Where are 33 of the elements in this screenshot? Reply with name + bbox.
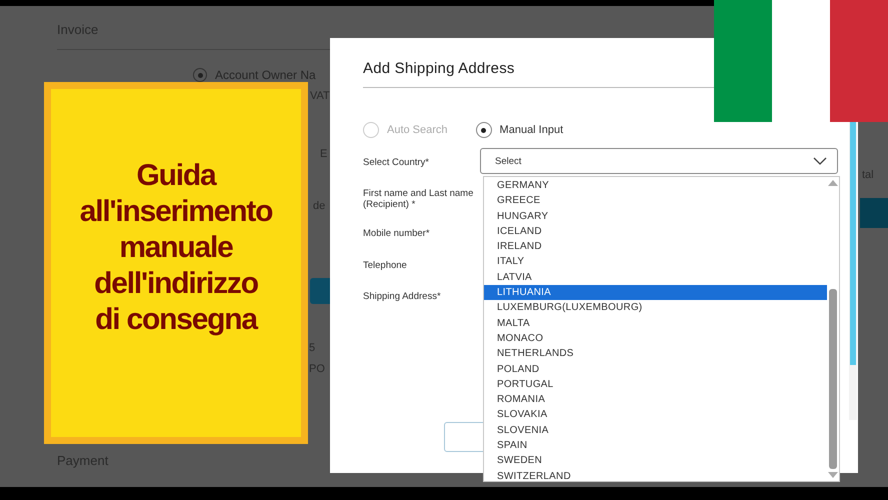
- dropdown-option[interactable]: IRELAND: [484, 239, 827, 254]
- dropdown-option[interactable]: SLOVENIA: [484, 422, 827, 438]
- dropdown-option[interactable]: ICELAND: [484, 224, 827, 240]
- radio-option[interactable]: Manual Input: [476, 122, 564, 138]
- dropdown-option[interactable]: POLAND: [484, 362, 827, 377]
- field-label: Select Country*: [363, 156, 430, 168]
- dropdown-option[interactable]: ROMANIA: [484, 392, 827, 408]
- dropdown-option[interactable]: MONACO: [484, 330, 827, 346]
- field-label: First name and Last name (Recipient) *: [363, 187, 474, 210]
- dropdown-option[interactable]: GERMANY: [484, 178, 827, 194]
- dropdown-option[interactable]: LATVIA: [484, 270, 827, 286]
- dropdown-option[interactable]: GREECE: [484, 193, 827, 209]
- country-select[interactable]: Select: [480, 148, 838, 174]
- dropdown-option[interactable]: NETHERLANDS: [484, 346, 827, 362]
- dropdown-option[interactable]: SWITZERLAND: [484, 468, 827, 484]
- dialog-title: Add Shipping Address: [363, 60, 516, 77]
- field-label: Telephone: [363, 259, 408, 271]
- dropdown-option[interactable]: LITHUANIA: [484, 285, 827, 300]
- scrollbar[interactable]: [827, 177, 839, 481]
- scroll-up-icon[interactable]: [828, 180, 838, 186]
- dropdown-option[interactable]: SPAIN: [484, 438, 827, 454]
- field-label: Mobile number*: [363, 227, 431, 239]
- scrollbar[interactable]: [849, 120, 857, 420]
- field-label: Shipping Address*: [363, 290, 442, 302]
- chevron-down-icon: [813, 157, 827, 165]
- dropdown-option[interactable]: SLOVAKIA: [484, 407, 827, 423]
- dropdown-option[interactable]: LUXEMBURG(LUXEMBOURG): [484, 300, 827, 316]
- dropdown-option[interactable]: ITALY: [484, 254, 827, 270]
- dropdown-option[interactable]: MALTA: [484, 316, 827, 331]
- dropdown-option[interactable]: SWEDEN: [484, 453, 827, 469]
- dropdown-option[interactable]: HUNGARY: [484, 208, 827, 224]
- dropdown-option[interactable]: PORTUGAL: [484, 376, 827, 392]
- banner-title: Guida all'inserimento manuale dell'indirizzo di consegna: [80, 158, 272, 338]
